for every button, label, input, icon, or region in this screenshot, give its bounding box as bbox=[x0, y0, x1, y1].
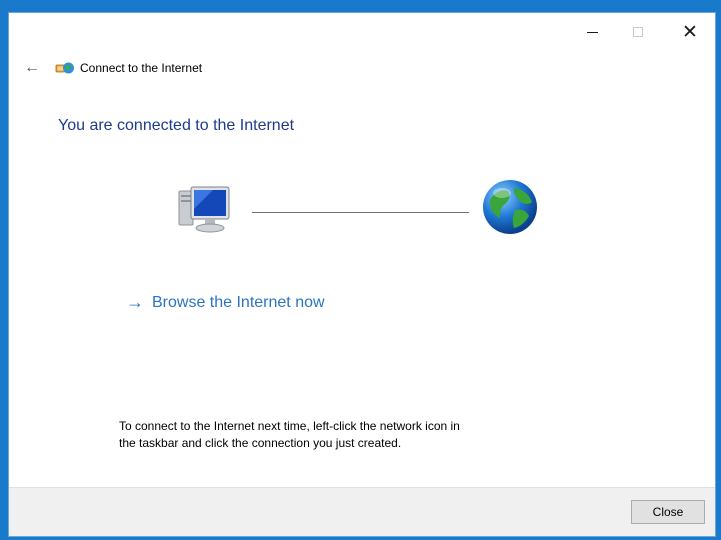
browse-link-label: Browse the Internet now bbox=[152, 293, 325, 311]
connection-line bbox=[252, 212, 469, 213]
back-arrow-icon: ← bbox=[24, 59, 40, 76]
info-text: To connect to the Internet next time, le… bbox=[119, 418, 539, 452]
minimize-icon bbox=[586, 31, 598, 33]
page-heading: You are connected to the Internet bbox=[58, 117, 295, 134]
wizard-nav-bar: ← Connect to the Internet bbox=[9, 57, 715, 81]
globe-icon bbox=[483, 180, 537, 234]
wizard-title: Connect to the Internet bbox=[80, 61, 203, 75]
arrow-right-icon: → bbox=[126, 292, 144, 312]
dialog-window: ✕ ← Connect to the Internet You are conn… bbox=[8, 12, 716, 537]
window-close-button[interactable]: ✕ bbox=[667, 13, 713, 51]
back-button[interactable]: ← bbox=[21, 57, 43, 79]
browse-internet-link[interactable]: → Browse the Internet now bbox=[126, 292, 325, 313]
network-wizard-icon bbox=[55, 62, 74, 74]
computer-icon bbox=[178, 186, 230, 233]
close-button[interactable]: Close bbox=[631, 500, 705, 524]
maximize-icon bbox=[633, 27, 643, 37]
close-icon: ✕ bbox=[682, 21, 698, 43]
info-line-1: To connect to the Internet next time, le… bbox=[119, 419, 460, 433]
info-line-2: the taskbar and click the connection you… bbox=[119, 436, 402, 450]
connection-diagram bbox=[9, 173, 715, 253]
title-bar: ✕ bbox=[9, 13, 715, 51]
dialog-footer: Close bbox=[9, 487, 715, 536]
maximize-button bbox=[615, 13, 661, 51]
minimize-button[interactable] bbox=[569, 13, 615, 51]
